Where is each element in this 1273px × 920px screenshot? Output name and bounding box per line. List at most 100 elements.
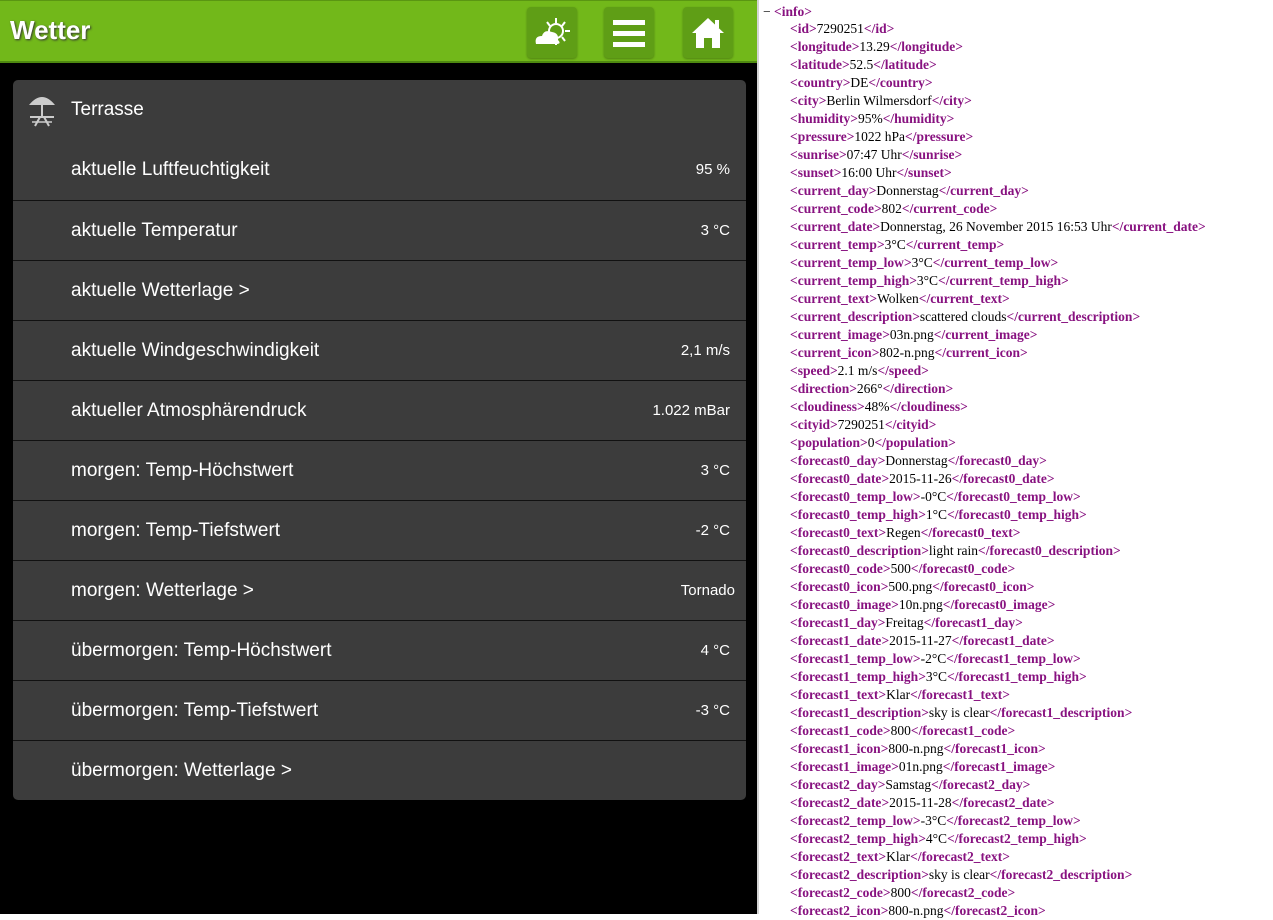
xml-element: <forecast2_temp_low>-3°C</forecast2_temp… bbox=[790, 813, 1081, 828]
xml-value: DE bbox=[850, 75, 869, 90]
xml-open-tag: forecast1_temp_low bbox=[797, 651, 913, 666]
xml-element: <current_temp_high>3°C</current_temp_hig… bbox=[790, 273, 1069, 288]
list-item[interactable]: aktueller Atmosphärendruck 1.022 mBar bbox=[13, 380, 746, 440]
xml-element: <forecast1_image>01n.png</forecast1_imag… bbox=[790, 759, 1056, 774]
xml-close-tag: forecast2_text bbox=[921, 849, 1003, 864]
xml-open-tag: current_temp bbox=[797, 237, 877, 252]
xml-element: <country>DE</country> bbox=[790, 75, 933, 90]
xml-close-tag: cityid bbox=[896, 417, 929, 432]
xml-close-tag: forecast1_text bbox=[921, 687, 1003, 702]
xml-close-tag: pressure bbox=[916, 129, 966, 144]
xml-value: Klar bbox=[886, 687, 911, 702]
list-item[interactable]: aktuelle Temperatur 3 °C bbox=[13, 200, 746, 260]
xml-open-tag: forecast0_description bbox=[797, 543, 922, 558]
xml-value: Donnerstag bbox=[876, 183, 939, 198]
list-item[interactable]: übermorgen: Wetterlage > bbox=[13, 740, 746, 800]
xml-element: <forecast0_description>light rain</forec… bbox=[790, 543, 1121, 558]
xml-open-tag: current_image bbox=[797, 327, 883, 342]
xml-open-tag: city bbox=[797, 93, 819, 108]
list-item[interactable]: morgen: Wetterlage > Tornado bbox=[13, 560, 746, 620]
menu-icon bbox=[613, 19, 645, 47]
xml-element: <cityid>7290251</cityid> bbox=[790, 417, 937, 432]
xml-element: <current_code>802</current_code> bbox=[790, 201, 998, 216]
list-item[interactable]: aktuelle Luftfeuchtigkeit 95 % bbox=[13, 140, 746, 200]
item-label: morgen: Wetterlage > bbox=[71, 580, 254, 601]
xml-open-tag: current_date bbox=[797, 219, 873, 234]
xml-close-tag: forecast1_code bbox=[922, 723, 1008, 738]
home-button[interactable] bbox=[683, 7, 733, 58]
xml-close-tag: speed bbox=[888, 363, 922, 378]
xml-open-tag: country bbox=[797, 75, 843, 90]
xml-element: <forecast1_text>Klar</forecast1_text> bbox=[790, 687, 1010, 702]
xml-open-tag: forecast2_code bbox=[797, 885, 883, 900]
item-label: übermorgen: Wetterlage > bbox=[71, 760, 292, 781]
xml-close-tag: id bbox=[875, 21, 887, 36]
xml-value: -2°C bbox=[920, 651, 947, 666]
item-label: morgen: Temp-Tiefstwert bbox=[71, 520, 281, 541]
app-header: Wetter bbox=[0, 0, 757, 63]
xml-element: <current_image>03n.png</current_image> bbox=[790, 327, 1038, 342]
list-item[interactable]: übermorgen: Temp-Tiefstwert -3 °C bbox=[13, 680, 746, 740]
xml-open-tag: cloudiness bbox=[797, 399, 857, 414]
xml-element: <forecast0_code>500</forecast0_code> bbox=[790, 561, 1016, 576]
xml-value: 16:00 Uhr bbox=[841, 165, 897, 180]
xml-open-tag: current_code bbox=[797, 201, 874, 216]
xml-close-tag: forecast2_date bbox=[963, 795, 1047, 810]
xml-open-tag: forecast1_code bbox=[797, 723, 883, 738]
list-item[interactable]: morgen: Temp-Höchstwert 3 °C bbox=[13, 440, 746, 500]
xml-close-tag: forecast0_code bbox=[922, 561, 1008, 576]
xml-open-tag: pressure bbox=[797, 129, 847, 144]
xml-open-tag: forecast0_day bbox=[797, 453, 878, 468]
xml-open-tag: current_description bbox=[797, 309, 913, 324]
xml-open-tag: forecast1_description bbox=[797, 705, 922, 720]
xml-value: scattered clouds bbox=[919, 309, 1007, 324]
xml-close-tag: direction bbox=[894, 381, 946, 396]
xml-element: <population>0</population> bbox=[790, 435, 956, 450]
xml-open-tag: forecast2_icon bbox=[797, 903, 881, 918]
xml-open-tag: population bbox=[797, 435, 860, 450]
group-header: Terrasse bbox=[13, 80, 746, 140]
xml-value: 3°C bbox=[925, 669, 948, 684]
xml-value: 1022 hPa bbox=[854, 129, 906, 144]
collapse-toggle[interactable]: − bbox=[763, 4, 771, 19]
xml-open-tag: current_icon bbox=[797, 345, 872, 360]
xml-close-tag: forecast2_description bbox=[1001, 867, 1125, 882]
xml-open-tag: forecast1_icon bbox=[797, 741, 881, 756]
weather-button[interactable] bbox=[527, 7, 577, 58]
menu-button[interactable] bbox=[604, 7, 654, 58]
xml-element: <latitude>52.5</latitude> bbox=[790, 57, 937, 72]
xml-value: light rain bbox=[928, 543, 979, 558]
xml-open-tag: forecast0_temp_high bbox=[797, 507, 919, 522]
xml-open-tag: speed bbox=[797, 363, 830, 378]
xml-close-tag: current_text bbox=[930, 291, 1002, 306]
list-item[interactable]: aktuelle Windgeschwindigkeit 2,1 m/s bbox=[13, 320, 746, 380]
xml-close-tag: forecast1_date bbox=[963, 633, 1047, 648]
xml-element: <current_icon>802-n.png</current_icon> bbox=[790, 345, 1028, 360]
xml-close-tag: forecast2_day bbox=[942, 777, 1023, 792]
xml-value: Donnerstag, 26 November 2015 16:53 Uhr bbox=[880, 219, 1112, 234]
xml-value: 800 bbox=[890, 885, 911, 900]
xml-element: <longitude>13.29</longitude> bbox=[790, 39, 963, 54]
weather-icon bbox=[535, 17, 570, 45]
xml-close-tag: forecast0_image bbox=[954, 597, 1048, 612]
xml-element: <forecast0_image>10n.png</forecast0_imag… bbox=[790, 597, 1056, 612]
xml-close-tag: sunrise bbox=[913, 147, 955, 162]
xml-close-tag: current_image bbox=[945, 327, 1030, 342]
xml-close-tag: current_temp bbox=[917, 237, 997, 252]
xml-value: 800-n.png bbox=[888, 903, 944, 918]
xml-value: 266° bbox=[856, 381, 883, 396]
list-item[interactable]: morgen: Temp-Tiefstwert -2 °C bbox=[13, 500, 746, 560]
xml-close-tag: sunset bbox=[908, 165, 945, 180]
xml-close-tag: longitude bbox=[901, 39, 956, 54]
xml-close-tag: forecast1_icon bbox=[954, 741, 1038, 756]
list-item[interactable]: aktuelle Wetterlage > bbox=[13, 260, 746, 320]
xml-value: Samstag bbox=[885, 777, 932, 792]
xml-element: <forecast2_code>800</forecast2_code> bbox=[790, 885, 1016, 900]
list-item[interactable]: übermorgen: Temp-Höchstwert 4 °C bbox=[13, 620, 746, 680]
xml-close-tag: forecast0_text bbox=[932, 525, 1013, 540]
xml-open-tag: forecast0_text bbox=[797, 525, 879, 540]
xml-open-tag: forecast0_temp_low bbox=[797, 489, 913, 504]
item-value: 95 % bbox=[695, 161, 730, 178]
xml-value: Klar bbox=[886, 849, 911, 864]
xml-open-tag: forecast1_day bbox=[797, 615, 878, 630]
